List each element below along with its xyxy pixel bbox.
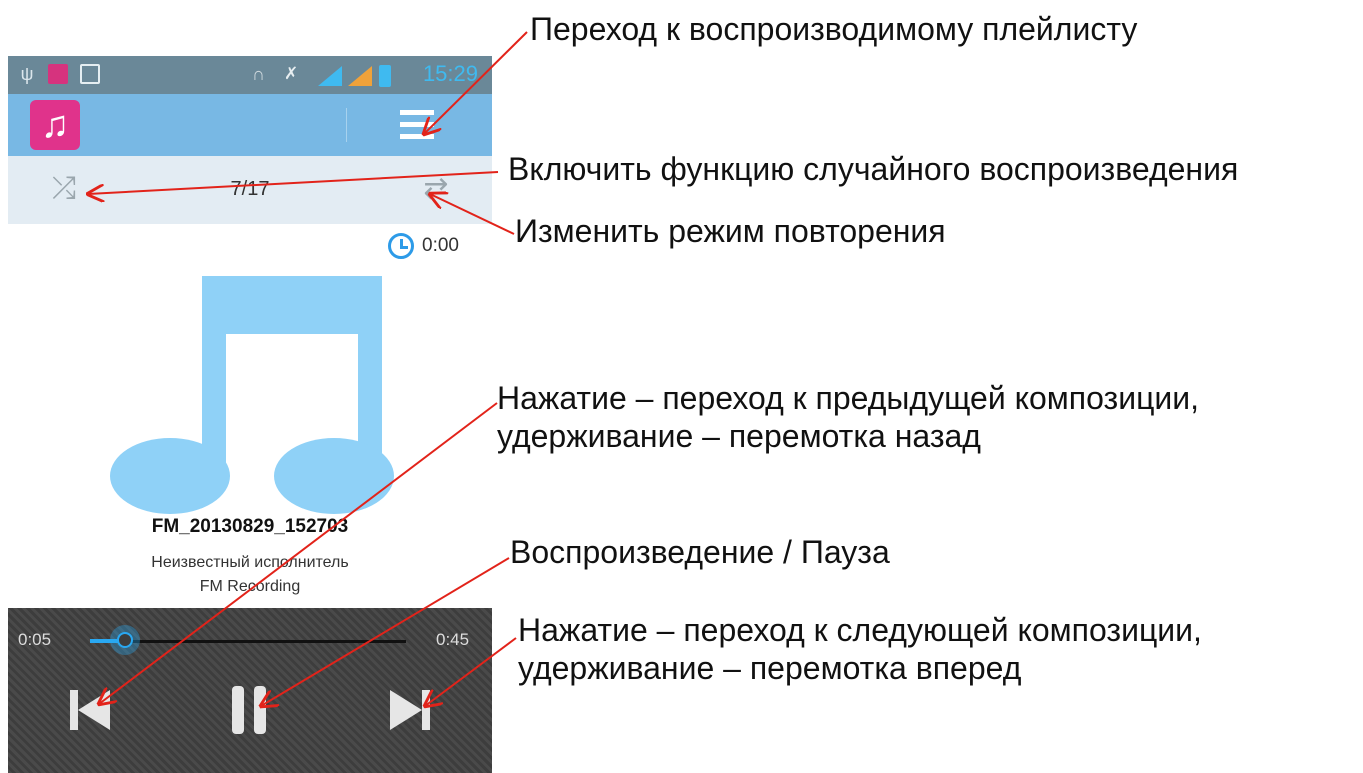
previous-track-button[interactable] xyxy=(68,686,112,734)
image-notification-icon xyxy=(80,64,100,84)
next-triangle xyxy=(390,690,422,730)
action-bar-divider xyxy=(346,108,347,142)
callout-shuffle: Включить функцию случайного воспроизведе… xyxy=(508,151,1239,187)
note-head-left xyxy=(110,438,230,514)
status-bar: ψ ∩ ✗ 15:29 xyxy=(8,56,492,94)
callout-next-line1: Нажатие – переход к следующей композиции… xyxy=(518,612,1202,648)
next-bar xyxy=(422,690,430,730)
player-controls: 0:05 0:45 xyxy=(8,608,492,773)
music-notification-icon xyxy=(48,64,68,84)
callout-next: Нажатие – переход к следующей композиции… xyxy=(518,611,1202,687)
signal-sim2-icon xyxy=(348,66,372,86)
battery-charging-icon xyxy=(379,65,391,87)
playback-mode-bar: ⤮ 7/17 ⇄ xyxy=(8,156,492,224)
callout-previous-line1: Нажатие – переход к предыдущей композици… xyxy=(497,380,1200,416)
elapsed-time: 0:05 xyxy=(18,630,52,649)
music-app-icon[interactable]: ♫ xyxy=(30,100,80,150)
prev-bar xyxy=(70,690,78,730)
callout-next-line2: удерживание – перемотка вперед xyxy=(518,650,1022,686)
track-artist: Неизвестный исполнитель xyxy=(151,554,349,571)
usb-icon: ψ xyxy=(20,64,34,84)
menu-icon-bar xyxy=(400,110,434,115)
phone-screenshot: ψ ∩ ✗ 15:29 ♫ ⤮ 7/17 ⇄ 0:00 FM_20130829_… xyxy=(8,56,492,773)
repeat-icon[interactable]: ⇄ xyxy=(414,172,458,206)
status-time: 15:29 xyxy=(422,61,478,86)
action-bar: ♫ xyxy=(8,94,492,156)
pause-bar-left xyxy=(232,686,244,734)
callout-previous: Нажатие – переход к предыдущей композици… xyxy=(497,379,1199,455)
sleep-timer-value: 0:00 xyxy=(422,235,459,256)
album-art-music-note-icon xyxy=(110,276,394,514)
play-pause-button[interactable] xyxy=(228,684,272,736)
pause-bar-right xyxy=(254,686,266,734)
track-title: FM_20130829_152703 xyxy=(151,516,349,537)
seek-thumb[interactable] xyxy=(110,625,140,655)
mute-icon: ✗ xyxy=(284,64,299,83)
track-album: FM Recording xyxy=(199,578,301,595)
signal-sim1-icon xyxy=(318,66,342,86)
playlist-menu-button[interactable] xyxy=(400,110,434,140)
clock-icon[interactable] xyxy=(388,233,414,259)
menu-icon-bar xyxy=(400,134,434,139)
callout-repeat: Изменить режим повторения xyxy=(515,213,946,249)
callout-previous-line2: удерживание – перемотка назад xyxy=(497,418,981,454)
total-duration: 0:45 xyxy=(436,630,470,649)
prev-triangle xyxy=(78,690,110,730)
callout-playlist: Переход к воспроизводимому плейлисту xyxy=(530,11,1138,47)
headphones-icon: ∩ xyxy=(252,64,265,84)
callout-play-pause: Воспроизведение / Пауза xyxy=(510,534,890,570)
menu-icon-bar xyxy=(400,122,434,127)
next-track-button[interactable] xyxy=(388,686,432,734)
note-beam xyxy=(202,276,382,334)
note-head-right xyxy=(274,438,394,514)
